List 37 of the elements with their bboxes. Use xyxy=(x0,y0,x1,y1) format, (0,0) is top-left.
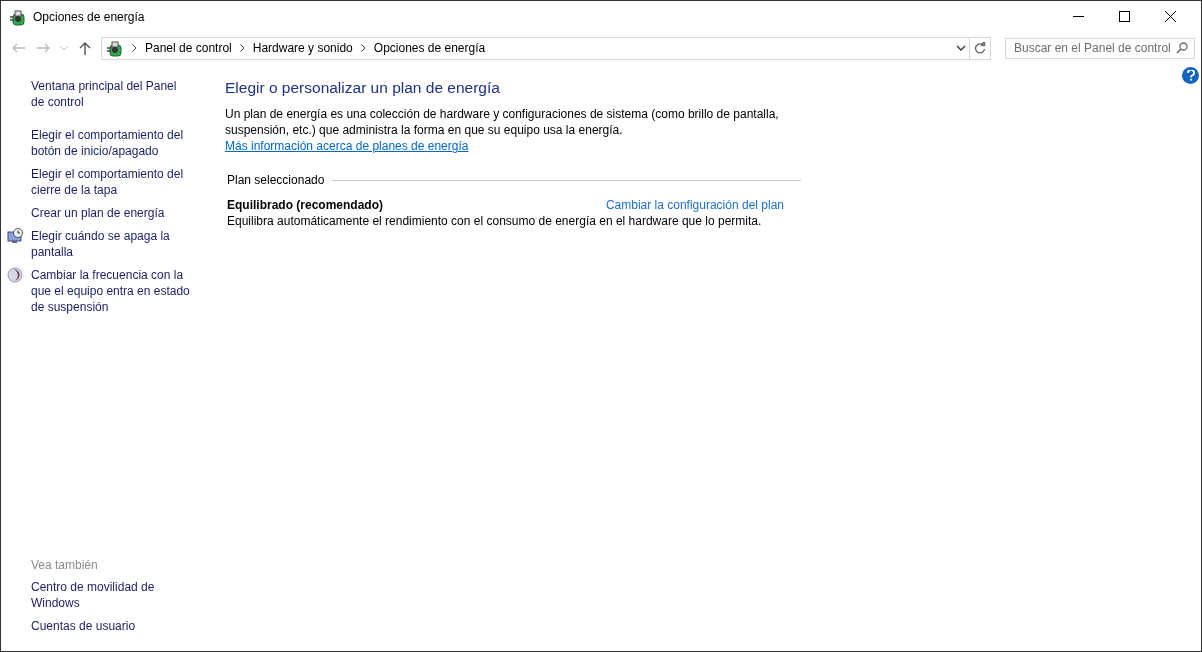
search-icon xyxy=(1176,42,1188,54)
address-bar[interactable]: Panel de control Hardware y sonido Opciones de energía xyxy=(101,36,991,60)
caret-icon xyxy=(60,45,68,51)
forward-arrow-icon xyxy=(36,43,50,53)
sidebar-link[interactable]: Crear un plan de energía xyxy=(31,205,191,221)
see-also-link[interactable]: Centro de movilidad de Windows xyxy=(31,579,191,611)
power-options-icon xyxy=(9,7,27,26)
plan-description: Equilibra automáticamente el rendimiento con el consumo de energía en el hardware que lo permita. xyxy=(226,213,763,229)
sidebar-link[interactable]: Elegir el comportamiento del botón de inicio/apagado xyxy=(31,127,191,159)
plan-name: Equilibrado (recomendado) xyxy=(227,197,383,213)
page-heading: Elegir o personalizar un plan de energía xyxy=(225,78,501,98)
breadcrumb[interactable]: Opciones de energía xyxy=(373,41,486,55)
see-also-link[interactable]: Cuentas de usuario xyxy=(31,618,191,634)
window-title: Opciones de energía xyxy=(33,9,146,24)
search-field[interactable]: Buscar en el Panel de control xyxy=(1005,37,1195,59)
help-icon[interactable] xyxy=(1182,67,1199,84)
sidebar-link[interactable]: Elegir cuándo se apaga la pantalla xyxy=(31,228,191,260)
sidebar-link[interactable]: Elegir el comportamiento del cierre de la tapa xyxy=(31,166,191,198)
power-options-icon xyxy=(106,39,124,57)
breadcrumb[interactable]: Hardware y sonido xyxy=(252,41,353,55)
close-icon xyxy=(1164,11,1176,22)
sidebar-link[interactable]: Cambiar la frecuencia con la que el equipo entra en estado de suspensión xyxy=(31,267,191,315)
moon-icon xyxy=(7,267,23,283)
plan-settings-link[interactable]: Cambiar la configuración del plan xyxy=(605,197,784,213)
sidebar-link[interactable]: Ventana principal del Panel de control xyxy=(31,78,191,110)
more-info-link[interactable]: Más información acerca de planes de energía xyxy=(225,139,469,153)
monitor-clock-icon xyxy=(6,228,24,244)
back-arrow-icon xyxy=(12,43,26,53)
section-label: Plan seleccionado xyxy=(227,173,325,187)
maximize-icon xyxy=(1118,11,1130,22)
description-text: Un plan de energía es una colección de hardware y configuraciones de sistema (como brillo de pantalla, suspensión, etc.) que administra la forma en que su equipo usa la energía. Más información acerca de planes de energía xyxy=(225,106,780,154)
section-heading: Vea también xyxy=(31,557,99,573)
up-arrow-icon xyxy=(79,41,91,55)
breadcrumb[interactable]: Panel de control xyxy=(145,41,232,55)
chevron-icon xyxy=(239,44,245,52)
chevron-icon xyxy=(132,44,137,52)
chevron-icon xyxy=(360,44,366,52)
